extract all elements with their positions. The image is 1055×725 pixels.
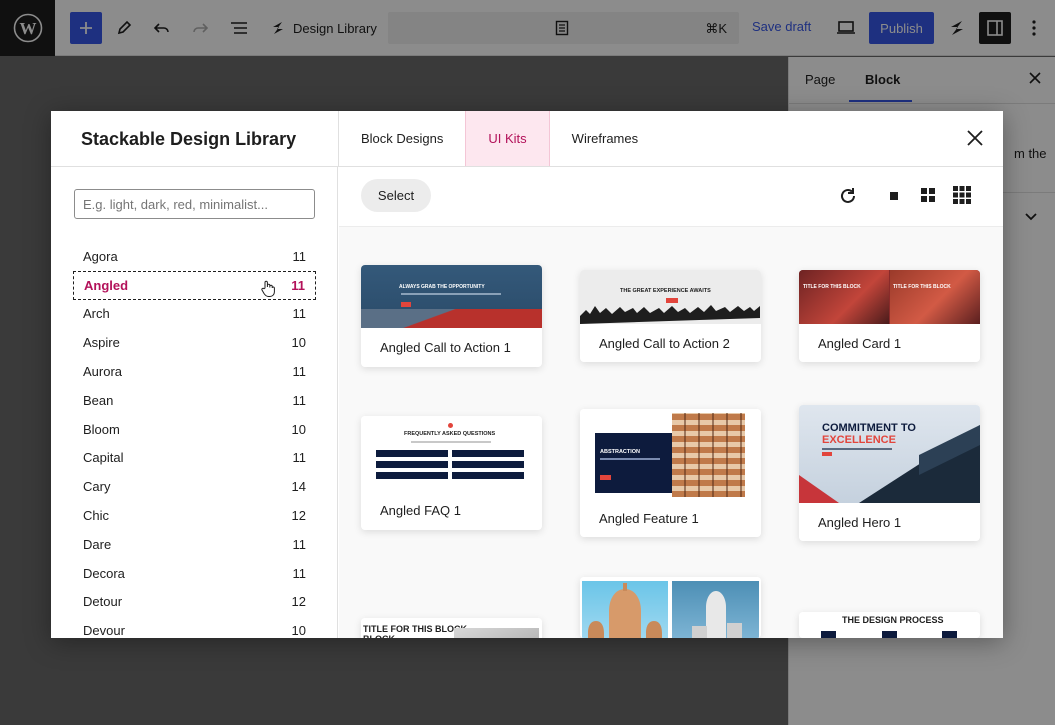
card-label: Angled Call to Action 2 bbox=[599, 335, 730, 351]
category-item-bloom[interactable]: Bloom 10 bbox=[73, 415, 316, 444]
thumbnail-heading: TITLE FOR THIS BLOCK bbox=[363, 624, 467, 634]
design-thumbnail: TITLE FOR THIS BLOCK BLOCK bbox=[361, 618, 542, 638]
category-count: 11 bbox=[292, 392, 307, 408]
thumbnail-heading: ALWAYS GRAB THE OPPORTUNITY bbox=[399, 284, 485, 290]
card-label: Angled Card 1 bbox=[818, 335, 902, 351]
category-count: 12 bbox=[291, 508, 306, 524]
category-item-dare[interactable]: Dare 11 bbox=[73, 530, 316, 559]
category-name: Chic bbox=[83, 508, 110, 524]
design-card-angled-faq-1[interactable]: FREQUENTLY ASKED QUESTIONS Angled FAQ 1 bbox=[361, 416, 542, 530]
category-item-decora[interactable]: Decora 11 bbox=[73, 559, 316, 588]
category-name: Bean bbox=[83, 392, 114, 408]
thumbnail-heading: THE DESIGN PROCESS bbox=[842, 615, 944, 625]
close-icon[interactable] bbox=[966, 129, 984, 152]
design-thumbnail bbox=[580, 577, 761, 638]
category-item-arch[interactable]: Arch 11 bbox=[73, 300, 316, 329]
category-item-aspire[interactable]: Aspire 10 bbox=[73, 328, 316, 357]
design-grid-panel: Select ALWAYS GRAB THE OPPORTUNITY Angle… bbox=[339, 167, 1003, 638]
category-name: Capital bbox=[83, 450, 124, 466]
single-column-view-icon[interactable] bbox=[887, 189, 901, 208]
category-count: 11 bbox=[292, 248, 307, 264]
category-item-devour[interactable]: Devour 10 bbox=[73, 616, 316, 638]
category-list: Agora 11 Angled 11 Arch 11 Aspire 10 Aurora 1… bbox=[73, 242, 316, 638]
design-thumbnail: TITLE FOR THIS BLOCK TITLE FOR THIS BLOC… bbox=[799, 270, 980, 324]
design-card-angled-hero-1[interactable]: COMMITMENT TO EXCELLENCE Angled Hero 1 bbox=[799, 405, 980, 541]
category-name: Aspire bbox=[83, 335, 120, 351]
thumbnail-heading: COMMITMENT TO bbox=[822, 422, 916, 434]
design-thumbnail: FREQUENTLY ASKED QUESTIONS bbox=[361, 416, 542, 490]
card-label: Angled Hero 1 bbox=[818, 514, 902, 530]
category-item-chic[interactable]: Chic 12 bbox=[73, 501, 316, 530]
design-card[interactable]: THE DESIGN PROCESS bbox=[799, 612, 980, 638]
design-thumbnail: ALWAYS GRAB THE OPPORTUNITY bbox=[361, 265, 542, 328]
modal-header: Stackable Design Library Block Designs U… bbox=[51, 111, 1003, 167]
category-count: 10 bbox=[291, 623, 306, 638]
category-name: Dare bbox=[83, 536, 112, 552]
design-card[interactable]: TITLE FOR THIS BLOCK BLOCK bbox=[361, 618, 542, 638]
design-thumbnail: THE DESIGN PROCESS bbox=[799, 612, 980, 638]
category-name: Arch bbox=[83, 306, 110, 322]
grid-toolbar: Select bbox=[339, 167, 1003, 227]
category-count: 11 bbox=[291, 277, 305, 293]
thumbnail-heading: TITLE FOR THIS BLOCK bbox=[893, 284, 951, 290]
card-label: Angled Call to Action 1 bbox=[380, 340, 511, 355]
select-button[interactable]: Select bbox=[361, 179, 431, 212]
category-count: 14 bbox=[291, 479, 306, 495]
two-column-view-icon[interactable] bbox=[920, 187, 936, 208]
design-card-angled-cta-2[interactable]: THE GREAT EXPERIENCE AWAITS Angled Call … bbox=[580, 270, 761, 362]
thumbnail-heading: TITLE FOR THIS BLOCK bbox=[803, 284, 861, 290]
category-item-cary[interactable]: Cary 14 bbox=[73, 472, 316, 501]
search-input[interactable] bbox=[74, 189, 315, 219]
category-name: Aurora bbox=[83, 364, 123, 380]
category-item-angled[interactable]: Angled 11 bbox=[73, 270, 316, 300]
thumbnail-heading: FREQUENTLY ASKED QUESTIONS bbox=[404, 431, 496, 437]
category-count: 12 bbox=[291, 594, 306, 610]
category-item-agora[interactable]: Agora 11 bbox=[73, 242, 316, 271]
thumbnail-heading: EXCELLENCE bbox=[822, 434, 896, 446]
card-label: Angled FAQ 1 bbox=[380, 502, 461, 518]
hand-cursor-icon bbox=[261, 280, 275, 302]
category-count: 11 bbox=[292, 536, 307, 552]
category-item-bean[interactable]: Bean 11 bbox=[73, 386, 316, 415]
design-card-angled-feature-1[interactable]: ABSTRACTION Angled Feature 1 bbox=[580, 409, 761, 537]
category-name: Decora bbox=[83, 565, 125, 581]
category-count: 11 bbox=[292, 565, 307, 581]
category-item-aurora[interactable]: Aurora 11 bbox=[73, 357, 316, 386]
category-count: 10 bbox=[291, 421, 306, 437]
category-name: Agora bbox=[83, 248, 118, 264]
refresh-icon[interactable] bbox=[838, 186, 858, 211]
thumbnail-heading: ABSTRACTION bbox=[600, 449, 641, 455]
category-item-detour[interactable]: Detour 12 bbox=[73, 588, 316, 617]
three-column-view-icon[interactable] bbox=[953, 186, 971, 209]
card-label: Angled Feature 1 bbox=[599, 510, 699, 526]
design-thumbnail: THE GREAT EXPERIENCE AWAITS bbox=[580, 270, 761, 324]
modal-title: Stackable Design Library bbox=[81, 129, 297, 149]
category-count: 11 bbox=[292, 364, 307, 380]
tab-ui-kits[interactable]: UI Kits bbox=[465, 111, 550, 166]
design-card[interactable] bbox=[580, 577, 761, 638]
thumbnail-heading: THE GREAT EXPERIENCE AWAITS bbox=[620, 288, 711, 294]
design-thumbnail: COMMITMENT TO EXCELLENCE bbox=[799, 405, 980, 503]
tab-wireframes[interactable]: Wireframes bbox=[550, 111, 660, 166]
design-card-angled-card-1[interactable]: TITLE FOR THIS BLOCK TITLE FOR THIS BLOC… bbox=[799, 270, 980, 362]
tab-block-designs[interactable]: Block Designs bbox=[339, 111, 465, 166]
category-item-capital[interactable]: Capital 11 bbox=[73, 444, 316, 473]
category-count: 10 bbox=[291, 335, 306, 351]
category-name: Bloom bbox=[83, 421, 120, 437]
design-library-modal: Stackable Design Library Block Designs U… bbox=[51, 111, 1003, 638]
category-count: 11 bbox=[292, 306, 307, 322]
design-card-angled-cta-1[interactable]: ALWAYS GRAB THE OPPORTUNITY Angled Call … bbox=[361, 265, 542, 367]
category-panel: Agora 11 Angled 11 Arch 11 Aspire 10 Aurora 1… bbox=[51, 167, 338, 638]
category-name: Detour bbox=[83, 594, 123, 610]
category-name: Devour bbox=[83, 623, 125, 638]
category-name: Cary bbox=[83, 479, 111, 495]
category-name: Angled bbox=[84, 277, 129, 293]
category-count: 11 bbox=[292, 450, 307, 466]
design-thumbnail: ABSTRACTION bbox=[580, 409, 761, 499]
library-tabs: Block Designs UI Kits Wireframes bbox=[338, 111, 660, 166]
